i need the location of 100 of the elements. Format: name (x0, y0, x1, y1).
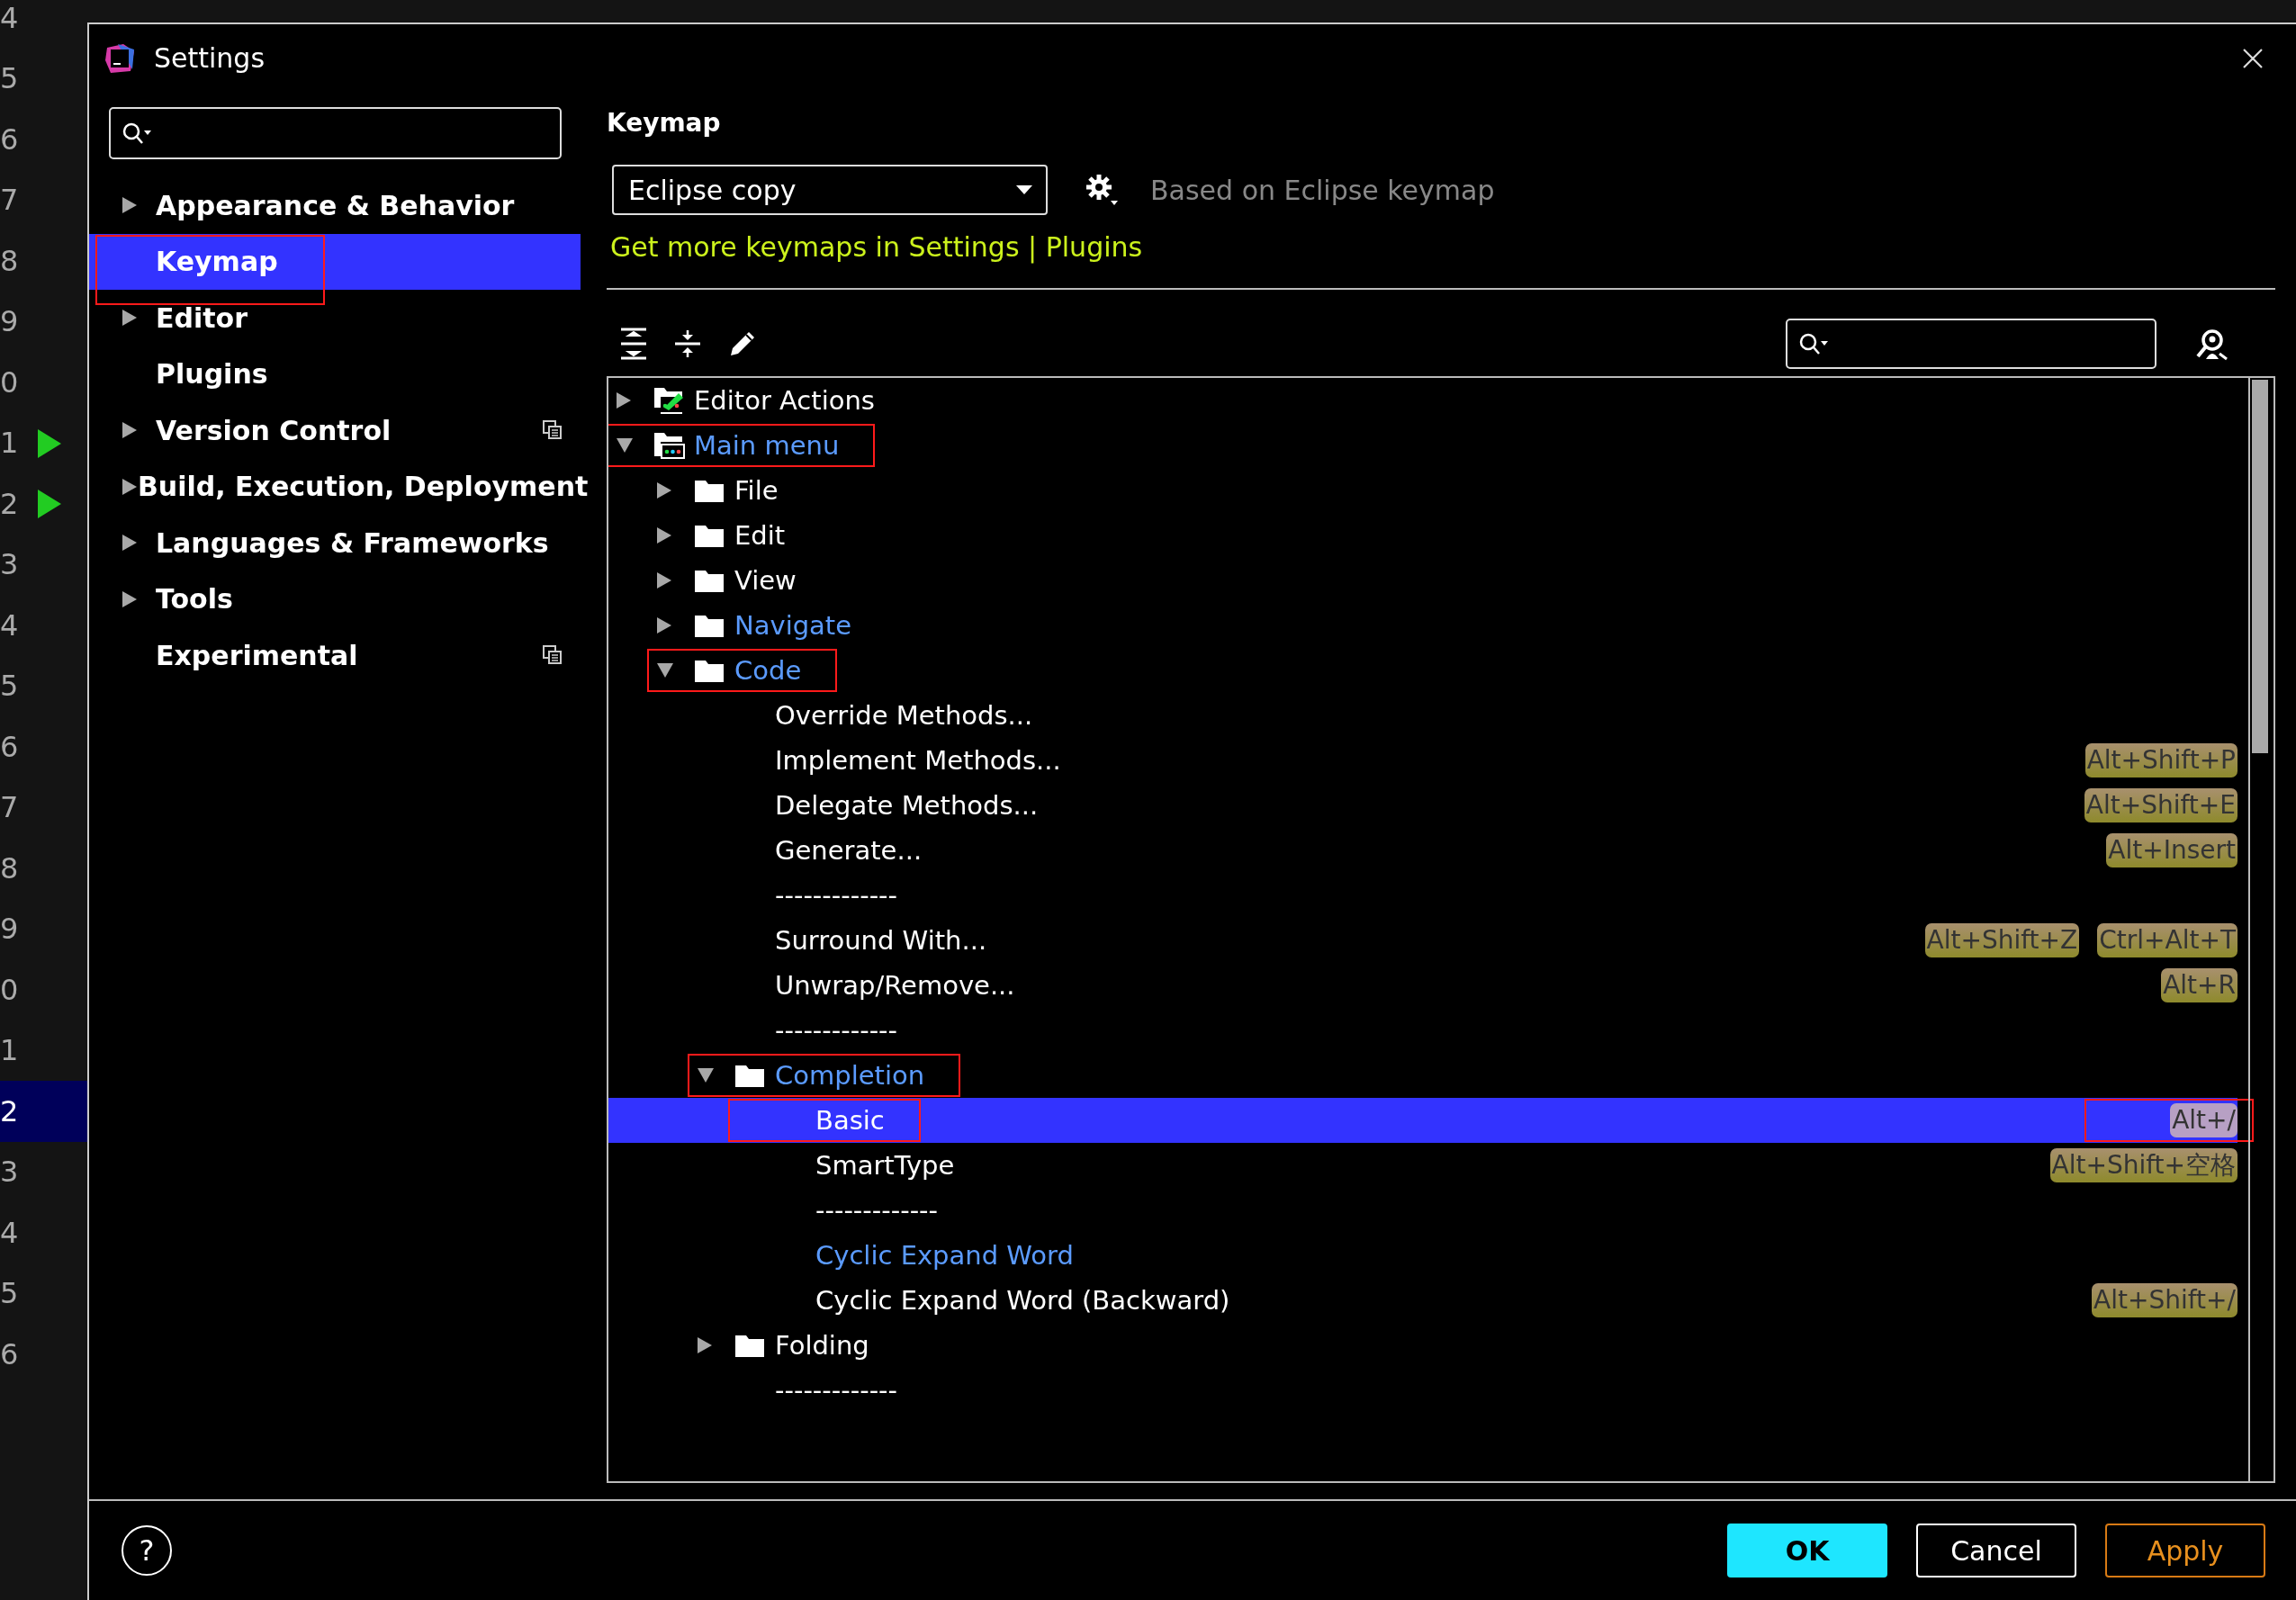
line-number: 4 (0, 0, 19, 35)
action-label: ------------- (815, 1195, 939, 1226)
sidebar-item[interactable]: Keymap (89, 233, 581, 290)
shortcut-badge: Alt+Shift+P (2084, 743, 2237, 778)
tree-row[interactable]: SmartType Alt+Shift+空格 (608, 1143, 2237, 1188)
folder-icon (694, 658, 725, 683)
run-icon[interactable] (37, 489, 62, 519)
action-label: Code (734, 655, 802, 686)
line-number: 8 (0, 243, 19, 278)
action-label: Edit (734, 520, 786, 551)
tree-row[interactable]: ------------- (608, 1008, 2237, 1053)
tree-row[interactable]: Edit (608, 513, 2237, 558)
tree-row[interactable]: Editor Actions (608, 378, 2237, 423)
collapse-arrow-icon[interactable] (616, 437, 634, 454)
find-shortcut-icon[interactable] (2194, 327, 2228, 361)
tree-row[interactable]: Unwrap/Remove... Alt+R (608, 963, 2237, 1008)
collapse-arrow-icon[interactable] (656, 662, 674, 679)
line-number: 9 (0, 912, 19, 947)
expand-arrow-icon[interactable] (697, 1336, 713, 1354)
sidebar-label: Plugins (156, 358, 269, 391)
sidebar-item[interactable]: Tools (89, 571, 581, 627)
search-icon (122, 121, 152, 145)
section-heading: Keymap (607, 108, 722, 138)
search-field[interactable] (1786, 319, 2156, 369)
search-field[interactable] (109, 107, 562, 159)
sidebar-label: Editor (156, 301, 248, 334)
expand-arrow-icon[interactable] (656, 616, 672, 634)
action-label: SmartType (815, 1150, 955, 1181)
tree-row[interactable]: Surround With... Alt+Shift+Z Ctrl+Alt+T (608, 918, 2237, 963)
action-label: Editor Actions (694, 385, 875, 416)
action-label: Basic (815, 1105, 885, 1136)
expand-arrow-icon[interactable] (656, 481, 672, 499)
sidebar-item[interactable]: Appearance & Behavior (89, 177, 581, 234)
shortcut-badge: Alt+R (2161, 968, 2237, 1002)
tree-row[interactable]: File (608, 468, 2237, 513)
tree-row[interactable]: ------------- (608, 873, 2237, 918)
folder-icon (694, 613, 725, 638)
line-number: 0 (0, 972, 19, 1007)
shortcut-badge: Ctrl+Alt+T (2097, 923, 2237, 957)
action-label: Cyclic Expand Word (815, 1240, 1074, 1271)
sidebar-item[interactable]: Version Control (89, 402, 581, 459)
plugins-link[interactable]: Get more keymaps in Settings | Plugins (610, 231, 1143, 263)
sidebar-item[interactable]: Plugins (89, 346, 581, 402)
keymap-dropdown[interactable]: Eclipse copy (612, 165, 1048, 215)
tree-row[interactable]: Cyclic Expand Word (608, 1233, 2237, 1278)
collapse-arrow-icon[interactable] (697, 1067, 715, 1083)
tree-row[interactable]: Generate... Alt+Insert (608, 828, 2237, 873)
tree-row[interactable]: ------------- (608, 1368, 2237, 1413)
action-label: Generate... (775, 835, 923, 866)
line-number: 5 (0, 61, 19, 96)
line-number: 1 (0, 426, 19, 461)
sidebar-item[interactable]: Experimental (89, 627, 581, 684)
action-label: Delegate Methods... (775, 790, 1039, 821)
line-number: 0 (0, 364, 19, 400)
scrollbar[interactable] (2248, 378, 2270, 1481)
tree-row[interactable]: Completion (608, 1053, 2237, 1098)
sidebar-label: Tools (156, 583, 234, 616)
tree-row[interactable]: Code (608, 648, 2237, 693)
expand-all-icon[interactable] (619, 328, 648, 360)
tree-row[interactable]: Folding (608, 1323, 2237, 1368)
tree-row[interactable]: Basic Alt+/ (608, 1098, 2237, 1143)
tree-row[interactable]: Override Methods... (608, 693, 2237, 738)
cancel-button[interactable]: Cancel (1916, 1524, 2076, 1578)
folder-pencil-icon (653, 386, 686, 415)
tree-row[interactable]: Main menu (608, 423, 2237, 468)
shortcut-badge: Alt+Shift+Z (1924, 923, 2080, 957)
ok-button[interactable]: OK (1727, 1524, 1887, 1578)
action-label: Override Methods... (775, 700, 1033, 731)
tree-row[interactable]: Implement Methods... Alt+Shift+P (608, 738, 2237, 783)
line-number: 1 (0, 1033, 19, 1068)
run-icon[interactable] (37, 427, 62, 459)
menu-folder-icon (653, 431, 686, 460)
expand-arrow-icon[interactable] (656, 526, 672, 544)
sidebar-label: Appearance & Behavior (156, 189, 516, 221)
line-number: 6 (0, 1336, 19, 1371)
expand-arrow-icon[interactable] (616, 391, 632, 409)
close-icon[interactable] (2242, 47, 2264, 69)
sidebar-item[interactable]: Editor (89, 290, 581, 346)
tree-row[interactable]: ------------- (608, 1188, 2237, 1233)
tree-row[interactable]: Cyclic Expand Word (Backward) Alt+Shift+/ (608, 1278, 2237, 1323)
help-button[interactable]: ? (122, 1525, 172, 1576)
action-label: Main menu (694, 430, 840, 461)
folder-icon (734, 1333, 765, 1358)
collapse-all-icon[interactable] (673, 328, 702, 360)
shortcut-badge: Alt+Shift+E (2084, 788, 2237, 822)
line-number: 5 (0, 1276, 19, 1311)
sidebar-label: Build, Execution, Deployment (138, 471, 589, 503)
tree-row[interactable]: View (608, 558, 2237, 603)
apply-button[interactable]: Apply (2105, 1524, 2265, 1578)
tree-row[interactable]: Navigate (608, 603, 2237, 648)
sidebar-label: Languages & Frameworks (156, 526, 550, 559)
sidebar-label: Experimental (156, 639, 359, 671)
sidebar-label: Keymap (156, 246, 279, 278)
line-number: 3 (0, 547, 19, 582)
sidebar-item[interactable]: Languages & Frameworks (89, 515, 581, 571)
tree-row[interactable]: Delegate Methods... Alt+Shift+E (608, 783, 2237, 828)
line-number: 7 (0, 183, 19, 218)
expand-arrow-icon[interactable] (656, 571, 672, 589)
line-number: 3 (0, 1155, 19, 1190)
action-label: Surround With... (775, 925, 987, 956)
